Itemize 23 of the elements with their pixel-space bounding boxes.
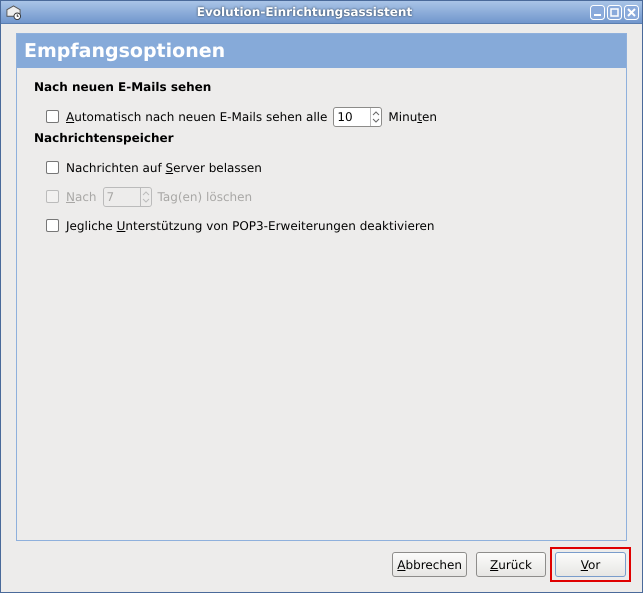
section-heading: Nachrichtenspeicher [34,131,175,147]
close-icon[interactable] [624,4,639,20]
spin-input[interactable]: 10 [334,110,368,124]
spin-field[interactable]: 10 [333,106,382,126]
minimize-icon[interactable] [590,4,605,20]
dialog-button[interactable]: Vor [555,552,626,577]
checkbox-label: Automatisch nach neuen E-Mails sehen alle [66,110,328,124]
page-title: Empfangsoptionen [24,40,226,62]
unit-label: Minuten [388,110,438,124]
checkbox-label: Nachrichten auf Server belassen [66,160,262,174]
dialog-button[interactable]: Abbrechen [392,552,467,577]
spin-arrows-icon[interactable] [370,108,382,126]
checkbox-label: Jegliche Unterstützung von POP3-Erweiterungen deaktivieren [66,218,435,232]
checkbox[interactable] [46,110,59,123]
window-title: Evolution-Einrichtungsassistent [196,5,414,19]
maximize-icon[interactable] [607,4,622,20]
app-icon [6,4,21,20]
dialog-button[interactable]: Zurück [476,552,546,577]
unit-label: Tag(en) löschen [158,190,252,204]
checkbox-label: Nach [66,190,97,204]
checkbox[interactable] [46,219,59,232]
section-heading: Nach neuen E-Mails sehen [34,80,212,96]
checkbox[interactable] [46,161,59,174]
